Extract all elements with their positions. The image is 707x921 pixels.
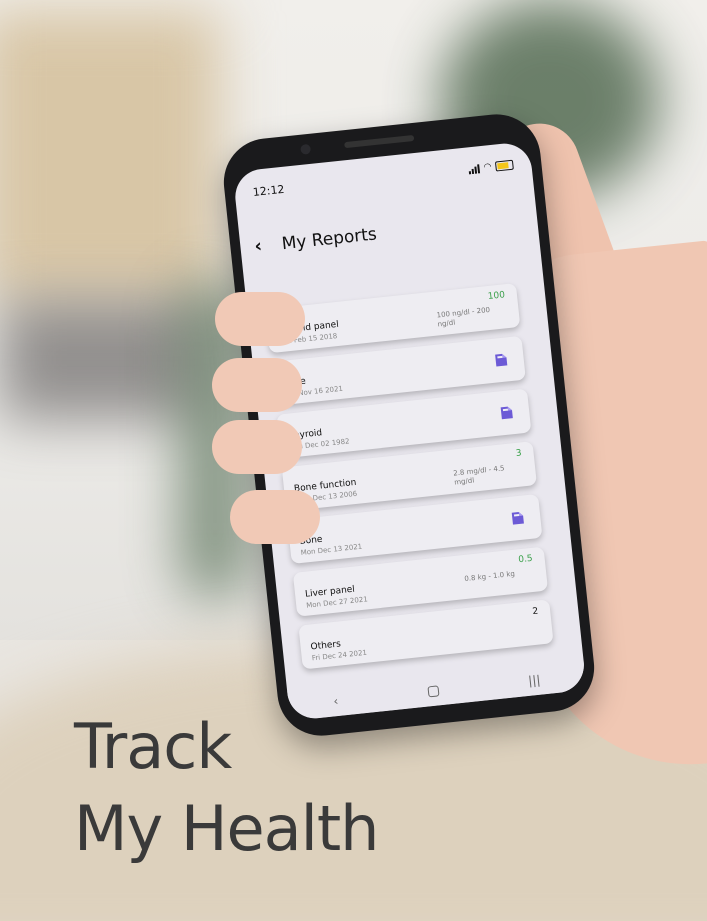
report-name: Others: [310, 639, 342, 653]
page-header: ‹ My Reports: [253, 208, 524, 257]
front-camera: [300, 143, 312, 155]
wifi-icon: ◠: [483, 161, 493, 173]
background-basket: [0, 10, 220, 300]
earpiece: [344, 134, 415, 149]
nav-home-button[interactable]: [427, 684, 440, 697]
headline-line-2: My Health: [74, 792, 379, 865]
chevron-left-icon[interactable]: ‹: [253, 235, 263, 257]
report-value: 0.5: [517, 553, 534, 566]
headline: Track My Health: [74, 706, 379, 870]
report-value: 3: [515, 448, 523, 459]
document-icon[interactable]: [498, 404, 516, 422]
report-list: Thyroid panel Thu Feb 15 2018 100 100 ng…: [265, 283, 554, 678]
nav-recent-button[interactable]: |||: [528, 673, 542, 688]
hand-finger: [212, 358, 302, 412]
page-title: My Reports: [280, 223, 378, 254]
headline-line-1: Track: [74, 710, 232, 783]
hand-finger: [230, 490, 320, 544]
report-range: 2.8 mg/dl - 4.5 mg/dl: [452, 464, 505, 487]
battery-icon: [494, 159, 514, 172]
report-value: 2: [531, 606, 539, 618]
report-range: 0.8 kg - 1.0 kg: [463, 569, 516, 584]
report-value: 100: [487, 290, 506, 303]
report-range: 100 ng/dl - 200 ng/dl: [436, 305, 491, 329]
hand-finger: [212, 420, 302, 474]
status-time: 12:12: [252, 182, 286, 199]
document-icon[interactable]: [493, 351, 511, 369]
hand-finger: [215, 292, 305, 346]
document-icon[interactable]: [510, 509, 528, 527]
signal-icon: [468, 163, 481, 174]
status-icons: ◠: [468, 159, 514, 175]
status-bar: 12:12 ◠: [252, 157, 514, 200]
background-chair: [0, 300, 200, 420]
